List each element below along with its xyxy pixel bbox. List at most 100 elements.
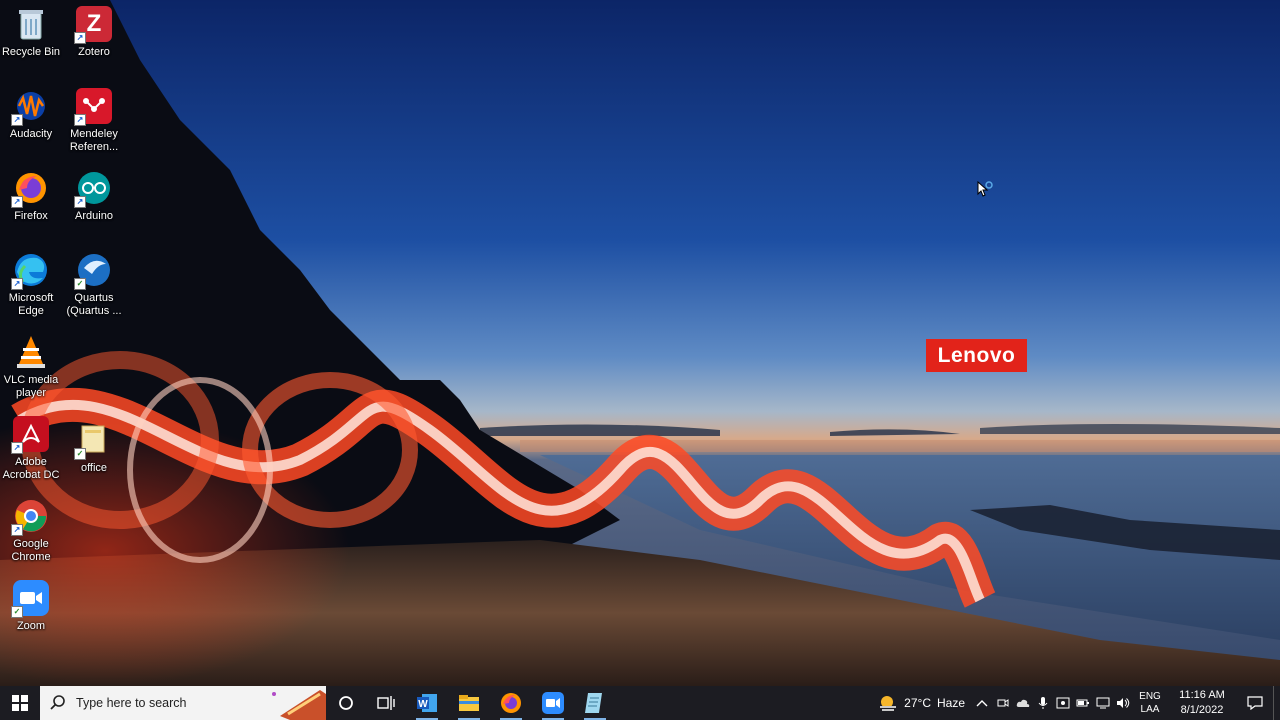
network-icon bbox=[1096, 697, 1110, 709]
shortcut-arrow-icon: ↗ bbox=[74, 114, 86, 126]
quartus-icon: ✓ bbox=[74, 252, 112, 290]
firefox-icon: ↗ bbox=[11, 170, 49, 208]
edge-icon: ↗ bbox=[11, 252, 49, 290]
tray-meet-now[interactable] bbox=[993, 686, 1013, 720]
show-hidden-icons-button[interactable] bbox=[971, 686, 993, 720]
cloud-icon bbox=[1016, 699, 1030, 707]
weather-condition: Haze bbox=[936, 696, 965, 710]
clock[interactable]: 11:16 AM 8/1/2022 bbox=[1167, 686, 1237, 720]
screen-capture-icon bbox=[1056, 697, 1070, 709]
tray-battery[interactable] bbox=[1073, 686, 1093, 720]
chevron-up-icon bbox=[976, 700, 988, 707]
taskbar-file-explorer[interactable] bbox=[448, 686, 490, 720]
taskbar: Type here to search W 27°C Haze ENG LAA … bbox=[0, 686, 1280, 720]
shortcut-arrow-icon: ↗ bbox=[11, 524, 23, 536]
busy-cursor-icon bbox=[977, 181, 993, 197]
desktop-icon-label: Mendeley Referen... bbox=[69, 128, 119, 153]
desktop-icon-vlc[interactable]: VLC media player bbox=[0, 334, 63, 400]
desktop-icon-label: Zoom bbox=[16, 620, 46, 632]
desktop-icon-office-folder[interactable]: ✓ office bbox=[62, 422, 126, 475]
search-placeholder: Type here to search bbox=[76, 696, 187, 710]
zoom-icon bbox=[542, 692, 564, 714]
clock-time: 11:16 AM bbox=[1179, 689, 1225, 701]
desktop-icon-audacity[interactable]: ↗ Audacity bbox=[0, 88, 63, 141]
language-line2: LAA bbox=[1140, 704, 1160, 715]
shortcut-arrow-icon: ↗ bbox=[11, 196, 23, 208]
tray-network[interactable] bbox=[1093, 686, 1113, 720]
tray-onedrive[interactable] bbox=[1013, 686, 1033, 720]
video-camera-icon bbox=[997, 699, 1009, 707]
notification-icon bbox=[1247, 696, 1263, 710]
tray-volume[interactable] bbox=[1113, 686, 1133, 720]
desktop-icon-recycle-bin[interactable]: Recycle Bin bbox=[0, 6, 63, 59]
battery-icon bbox=[1076, 699, 1089, 707]
desktop-icon-microsoft-edge[interactable]: ↗ Microsoft Edge bbox=[0, 252, 63, 318]
desktop-icon-label: Google Chrome bbox=[11, 538, 51, 563]
search-box[interactable]: Type here to search bbox=[40, 686, 326, 720]
clock-date: 8/1/2022 bbox=[1180, 704, 1224, 716]
show-desktop-button[interactable] bbox=[1273, 686, 1280, 720]
word-icon: W bbox=[417, 694, 437, 712]
desktop-icon-label: Adobe Acrobat DC bbox=[2, 456, 60, 481]
tray-microphone[interactable] bbox=[1033, 686, 1053, 720]
desktop-icon-label: Quartus (Quartus ... bbox=[66, 292, 122, 317]
mendeley-icon: ↗ bbox=[74, 88, 112, 126]
weather-haze-icon bbox=[880, 696, 897, 711]
action-center-button[interactable] bbox=[1237, 686, 1273, 720]
cortana-button[interactable] bbox=[326, 686, 366, 720]
language-line1: ENG bbox=[1139, 691, 1161, 702]
desktop-icon-label: Firefox bbox=[14, 210, 48, 222]
desktop-icon-label: office bbox=[80, 462, 108, 474]
tray-screen-capture[interactable] bbox=[1053, 686, 1073, 720]
zoom-icon: ✓ bbox=[11, 580, 49, 618]
desktop-icon-adobe-acrobat[interactable]: ↗ Adobe Acrobat DC bbox=[0, 416, 63, 482]
start-button[interactable] bbox=[0, 686, 40, 720]
taskbar-firefox[interactable] bbox=[490, 686, 532, 720]
shortcut-check-icon: ✓ bbox=[74, 278, 86, 290]
chrome-icon: ↗ bbox=[11, 498, 49, 536]
desktop-icon-label: Arduino bbox=[75, 210, 113, 222]
desktop-icon-mendeley[interactable]: ↗ Mendeley Referen... bbox=[62, 88, 126, 154]
acrobat-icon: ↗ bbox=[11, 416, 49, 454]
task-view-icon bbox=[377, 696, 395, 710]
search-icon bbox=[50, 695, 65, 710]
shortcut-check-icon: ✓ bbox=[11, 606, 23, 618]
windows-logo-icon bbox=[12, 695, 28, 711]
svg-text:W: W bbox=[418, 699, 428, 710]
desktop-icon-label: Zotero bbox=[78, 46, 110, 58]
shortcut-arrow-icon: ↗ bbox=[74, 32, 86, 44]
desktop-icon-label: Audacity bbox=[9, 128, 53, 140]
taskbar-zoom[interactable] bbox=[532, 686, 574, 720]
taskbar-notepad[interactable] bbox=[574, 686, 616, 720]
task-view-button[interactable] bbox=[366, 686, 406, 720]
desktop-icon-label: VLC media player bbox=[3, 374, 59, 399]
shortcut-arrow-icon: ↗ bbox=[11, 278, 23, 290]
taskbar-word[interactable]: W bbox=[406, 686, 448, 720]
desktop-icon-label: Microsoft Edge bbox=[8, 292, 54, 317]
search-highlight-icon bbox=[272, 690, 326, 720]
weather-widget[interactable]: 27°C Haze bbox=[872, 686, 971, 720]
folder-icon: ✓ bbox=[74, 422, 112, 460]
shortcut-arrow-icon: ↗ bbox=[74, 196, 86, 208]
file-explorer-icon bbox=[459, 695, 479, 711]
shortcut-arrow-icon: ↗ bbox=[11, 114, 23, 126]
cortana-circle-icon bbox=[339, 696, 353, 710]
lenovo-logo: Lenovo bbox=[926, 339, 1027, 372]
desktop-icon-zotero[interactable]: Z ↗ Zotero bbox=[62, 6, 126, 59]
weather-temperature: 27°C bbox=[904, 696, 931, 710]
firefox-icon bbox=[501, 693, 521, 713]
vlc-icon bbox=[13, 334, 49, 370]
desktop-icon-firefox[interactable]: ↗ Firefox bbox=[0, 170, 63, 223]
desktop-icon-arduino[interactable]: ↗ Arduino bbox=[62, 170, 126, 223]
microphone-icon bbox=[1038, 697, 1048, 709]
desktop-icon-zoom[interactable]: ✓ Zoom bbox=[0, 580, 63, 633]
input-language[interactable]: ENG LAA bbox=[1133, 686, 1167, 720]
desktop-icon-google-chrome[interactable]: ↗ Google Chrome bbox=[0, 498, 63, 564]
zotero-icon: Z ↗ bbox=[74, 6, 112, 44]
speaker-icon bbox=[1117, 698, 1130, 708]
notepad-icon bbox=[585, 693, 602, 713]
audacity-icon: ↗ bbox=[11, 88, 49, 126]
shortcut-check-icon: ✓ bbox=[74, 448, 86, 460]
arduino-icon: ↗ bbox=[74, 170, 112, 208]
desktop-icon-quartus[interactable]: ✓ Quartus (Quartus ... bbox=[62, 252, 126, 318]
